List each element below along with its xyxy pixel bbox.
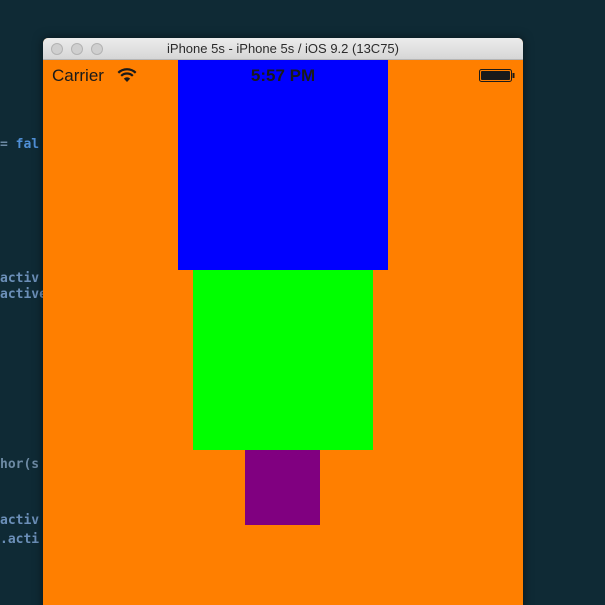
background-code-line: .acti (0, 532, 40, 547)
window-title: iPhone 5s - iPhone 5s / iOS 9.2 (13C75) (167, 41, 399, 56)
background-code-line: hor(s (0, 457, 40, 472)
blue-view (178, 60, 388, 270)
device-screen[interactable]: Carrier 5:57 PM (43, 60, 523, 605)
purple-view (245, 450, 320, 525)
desktop: = fal activ active hor(s activ .acti iPh… (0, 0, 605, 605)
battery-icon (479, 69, 515, 82)
window-titlebar[interactable]: iPhone 5s - iPhone 5s / iOS 9.2 (13C75) (43, 38, 523, 60)
background-code-line: active (0, 287, 47, 302)
background-code-line: activ (0, 271, 40, 286)
simulator-window: iPhone 5s - iPhone 5s / iOS 9.2 (13C75) … (43, 38, 523, 605)
background-code-line: = fal (0, 137, 40, 152)
status-bar: Carrier 5:57 PM (43, 60, 523, 90)
status-time: 5:57 PM (250, 66, 316, 85)
background-code-line: activ (0, 513, 40, 528)
green-view (193, 270, 373, 450)
